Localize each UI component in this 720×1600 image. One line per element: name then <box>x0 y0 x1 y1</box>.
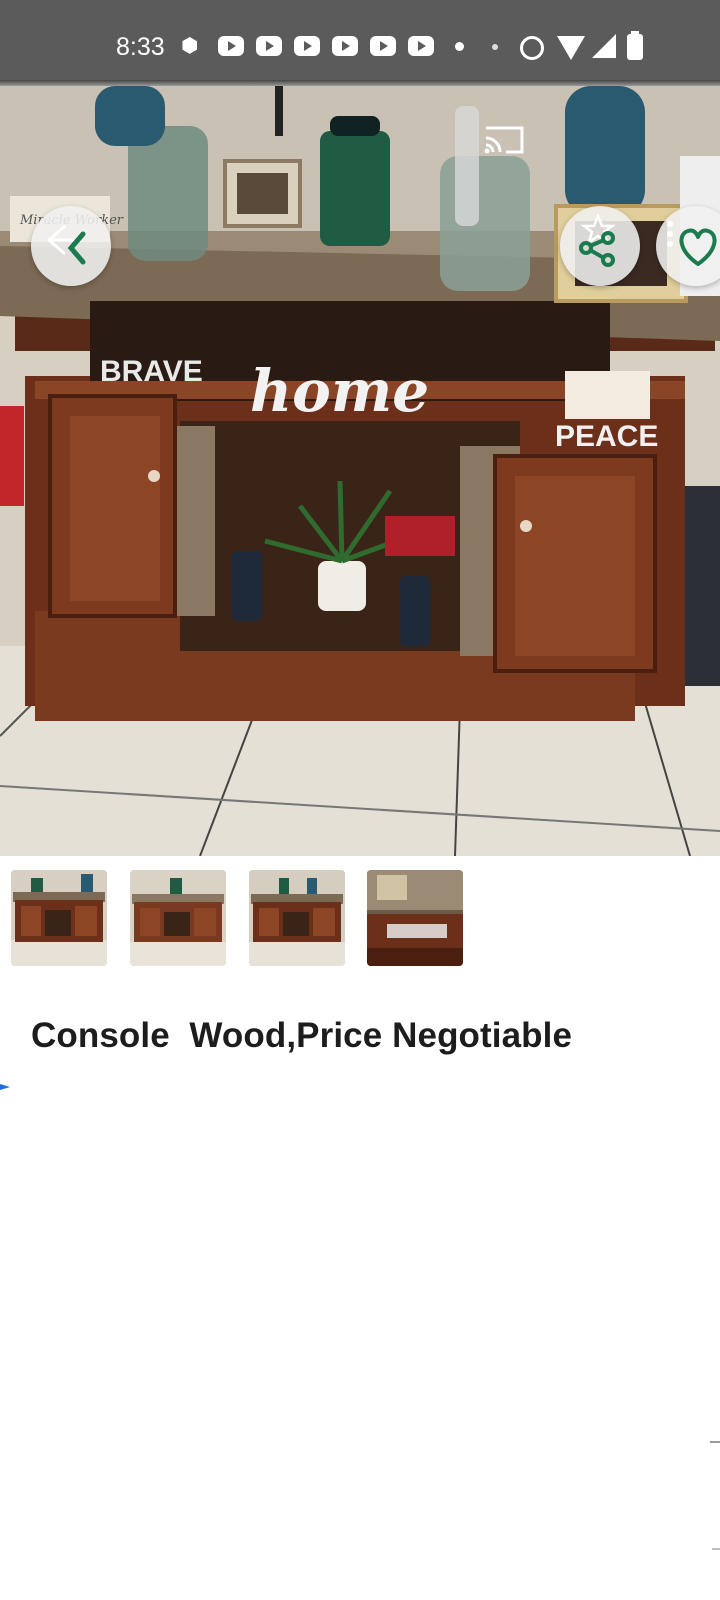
youtube-icon <box>370 36 396 56</box>
thumbnail-4[interactable] <box>367 870 463 966</box>
cast-icon <box>484 126 524 154</box>
thumbnail-2[interactable] <box>130 870 226 966</box>
android-icon: ⬢ <box>181 35 199 57</box>
glass-vase-right <box>440 156 530 291</box>
plant-pot <box>318 561 366 611</box>
bottle <box>455 106 479 226</box>
heart-icon <box>667 221 717 266</box>
thumbnail-image <box>367 870 463 966</box>
notification-dot-icon <box>492 44 498 50</box>
thumbnail-image <box>249 870 345 966</box>
thumbnail-image <box>130 870 226 966</box>
share-button[interactable] <box>560 206 640 286</box>
star-icon <box>580 214 616 245</box>
more-vert-icon <box>667 221 673 227</box>
mosaic-vase-right <box>565 86 645 216</box>
youtube-icon <box>332 36 358 56</box>
small-book <box>565 371 650 419</box>
candle-right <box>400 576 430 646</box>
wall-mount <box>275 86 283 136</box>
share-icon <box>579 214 616 267</box>
product-photo[interactable]: BRAVE home PEACE Miracle Worker <box>0 86 720 856</box>
red-box <box>385 516 455 556</box>
youtube-icon <box>294 36 320 56</box>
home-sign: home <box>250 357 429 425</box>
notification-dot-icon <box>455 42 464 51</box>
thumbnail-3[interactable] <box>249 870 345 966</box>
listing-title: Console Wood,Price Negotiable <box>31 1016 573 1055</box>
alarm-icon <box>520 36 544 60</box>
status-bar: 8:33 ⬢ <box>0 0 720 84</box>
favorite-button[interactable] <box>656 206 720 286</box>
edge-indicator <box>0 1084 10 1090</box>
green-lantern <box>320 131 390 246</box>
mosaic-vase-left <box>95 86 165 146</box>
back-button[interactable] <box>31 206 111 286</box>
thumbnail-image <box>11 870 107 966</box>
peace-sign: PEACE <box>555 420 658 453</box>
thumbnail-strip <box>0 856 720 970</box>
wifi-icon <box>557 36 585 60</box>
marble-left-panel <box>175 426 215 616</box>
red-object <box>0 406 24 506</box>
dark-object <box>680 486 720 686</box>
brave-sign: BRAVE <box>100 355 203 388</box>
edge-indicator <box>710 1441 720 1443</box>
cast-button[interactable] <box>482 124 526 156</box>
signal-icon <box>592 34 616 58</box>
youtube-icon <box>408 36 434 56</box>
battery-icon <box>627 31 643 60</box>
console-photo-illustration: BRAVE home PEACE Miracle Worker <box>0 86 720 856</box>
thumbnail-1[interactable] <box>11 870 107 966</box>
youtube-icon <box>256 36 282 56</box>
youtube-icon <box>218 36 244 56</box>
edge-indicator <box>712 1548 720 1550</box>
back-arrow-icon <box>46 224 86 265</box>
glass-vase-left <box>128 126 208 261</box>
clock-time: 8:33 <box>116 33 165 61</box>
candle-left <box>232 551 262 621</box>
